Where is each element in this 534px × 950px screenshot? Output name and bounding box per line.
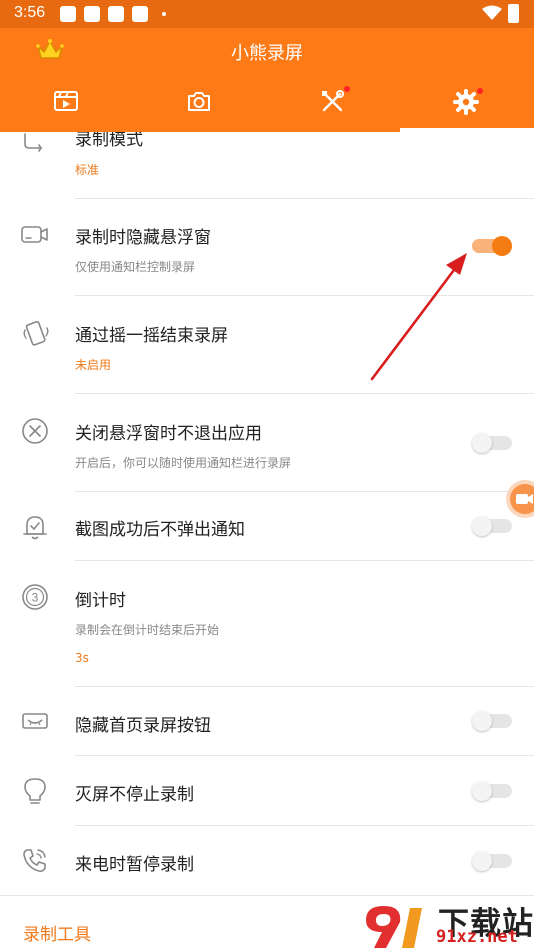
phone-ringing-icon [23, 849, 46, 872]
status-bar: 3:56 [0, 0, 534, 28]
hide-home-record-button-toggle[interactable] [472, 711, 512, 731]
setting-pause-on-call[interactable]: 来电时暂停录制 [0, 826, 534, 895]
setting-title: 隐藏首页录屏按钮 [75, 716, 211, 736]
tab-bar [0, 80, 534, 132]
close-circle-icon [22, 418, 48, 444]
status-time: 3:56 [14, 4, 46, 21]
record-tools-link[interactable]: 录制工具 [23, 920, 91, 945]
setting-title: 截图成功后不弹出通知 [75, 520, 245, 540]
setting-title: 倒计时 [75, 591, 126, 611]
setting-value: 标准 [75, 163, 100, 177]
setting-title: 录制时隐藏悬浮窗 [75, 228, 211, 248]
settings-list[interactable]: 录制模式 标准 录制时隐藏悬浮窗 仅使用通知栏控制录屏 通过摇一摇结束录屏 未启… [0, 132, 534, 895]
setting-hide-home-record-button[interactable]: 隐藏首页录屏按钮 [0, 687, 534, 756]
setting-record-mode[interactable]: 录制模式 标准 [0, 132, 534, 199]
countdown-timer-icon: 3 [22, 584, 48, 610]
clapperboard-icon [54, 91, 78, 111]
battery-icon [508, 4, 519, 23]
watermark-logo: 下载站 91xz.net [360, 900, 534, 950]
floating-record-button[interactable] [506, 480, 534, 518]
svg-text:3: 3 [32, 591, 39, 605]
watermark-emblem [366, 906, 422, 948]
record-screen-off-toggle[interactable] [472, 781, 512, 801]
setting-countdown[interactable]: 3 倒计时 录制会在倒计时结束后开始 3s [0, 561, 534, 687]
tools-icon [322, 90, 344, 112]
gear-icon [453, 89, 479, 115]
tab-screenshot[interactable] [133, 80, 266, 132]
notification-icon [60, 6, 76, 22]
pause-on-call-toggle[interactable] [472, 851, 512, 871]
setting-subtitle: 仅使用通知栏控制录屏 [75, 260, 196, 274]
settings-badge [477, 88, 483, 94]
app-title: 小熊录屏 [231, 43, 303, 64]
tab-settings[interactable] [400, 80, 533, 132]
no-screenshot-notify-toggle[interactable] [472, 516, 512, 536]
record-mode-icon [24, 133, 43, 152]
video-camera-icon [516, 494, 533, 504]
setting-shake-to-stop[interactable]: 通过摇一摇结束录屏 未启用 [0, 296, 534, 394]
wifi-icon [482, 5, 502, 20]
hide-float-window-toggle[interactable] [472, 236, 512, 256]
keep-app-alive-toggle[interactable] [472, 433, 512, 453]
notification-icon [132, 6, 148, 22]
setting-subtitle: 录制会在倒计时结束后开始 [75, 623, 220, 637]
setting-value: 未启用 [75, 358, 112, 372]
notification-icon [84, 6, 100, 22]
camera-window-icon [21, 226, 48, 243]
setting-record-screen-off[interactable]: 灭屏不停止录制 [0, 756, 534, 826]
tab-tools[interactable] [267, 80, 400, 132]
setting-title: 灭屏不停止录制 [75, 785, 194, 805]
more-notifications-icon [162, 12, 166, 16]
setting-title: 关闭悬浮窗时不退出应用 [75, 424, 262, 444]
setting-hide-float-window[interactable]: 录制时隐藏悬浮窗 仅使用通知栏控制录屏 [0, 199, 534, 296]
camera-icon [188, 92, 210, 111]
setting-keep-app-alive[interactable]: 关闭悬浮窗时不退出应用 开启后，你可以随时使用通知栏进行录屏 [0, 394, 534, 492]
setting-subtitle: 开启后，你可以随时使用通知栏进行录屏 [75, 456, 292, 470]
bell-check-icon [23, 516, 47, 540]
hidden-eye-icon [22, 713, 48, 729]
setting-title: 通过摇一摇结束录屏 [75, 326, 228, 346]
setting-title: 录制模式 [75, 132, 143, 150]
setting-no-screenshot-notify[interactable]: 截图成功后不弹出通知 [0, 492, 534, 561]
lightbulb-icon [24, 778, 46, 804]
tab-video-list[interactable] [0, 80, 133, 132]
setting-title: 来电时暂停录制 [75, 855, 194, 875]
notification-icon [108, 6, 124, 22]
setting-value: 3s [75, 651, 89, 665]
watermark-domain: 91xz.net [436, 927, 518, 947]
shake-phone-icon [23, 320, 49, 346]
app-bar: 小熊录屏 [0, 28, 534, 132]
tools-badge [344, 86, 350, 92]
